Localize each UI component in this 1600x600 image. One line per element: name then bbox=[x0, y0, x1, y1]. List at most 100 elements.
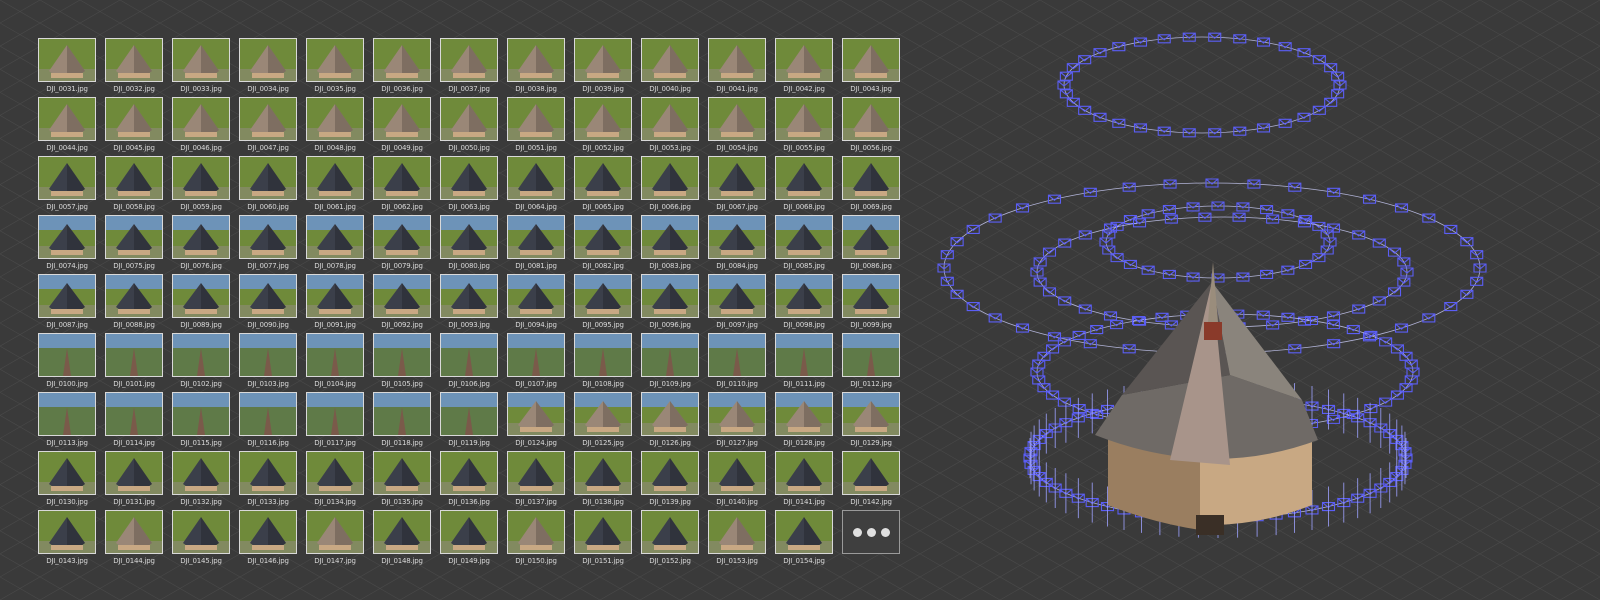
thumbnail-image[interactable] bbox=[38, 97, 96, 141]
thumbnail-image[interactable] bbox=[105, 215, 163, 259]
thumbnail-item[interactable]: DJI_0115.jpg bbox=[172, 392, 230, 451]
thumbnail-image[interactable] bbox=[842, 156, 900, 200]
thumbnail-item[interactable]: DJI_0042.jpg bbox=[775, 38, 833, 97]
thumbnail-item[interactable]: DJI_0147.jpg bbox=[306, 510, 364, 569]
thumbnail-item[interactable]: DJI_0061.jpg bbox=[306, 156, 364, 215]
thumbnail-item[interactable]: DJI_0143.jpg bbox=[38, 510, 96, 569]
thumbnail-item[interactable]: DJI_0093.jpg bbox=[440, 274, 498, 333]
thumbnail-image[interactable] bbox=[239, 510, 297, 554]
thumbnail-item[interactable]: DJI_0150.jpg bbox=[507, 510, 565, 569]
thumbnail-image[interactable] bbox=[38, 392, 96, 436]
thumbnail-image[interactable] bbox=[105, 392, 163, 436]
thumbnail-image[interactable] bbox=[105, 451, 163, 495]
thumbnail-item[interactable]: DJI_0113.jpg bbox=[38, 392, 96, 451]
thumbnail-item[interactable]: DJI_0129.jpg bbox=[842, 392, 900, 451]
thumbnail-image[interactable] bbox=[507, 451, 565, 495]
thumbnail-item[interactable]: DJI_0043.jpg bbox=[842, 38, 900, 97]
thumbnail-item[interactable]: DJI_0117.jpg bbox=[306, 392, 364, 451]
thumbnail-item[interactable]: DJI_0047.jpg bbox=[239, 97, 297, 156]
thumbnail-image[interactable] bbox=[306, 333, 364, 377]
thumbnail-image[interactable] bbox=[574, 38, 632, 82]
thumbnail-item[interactable]: DJI_0085.jpg bbox=[775, 215, 833, 274]
thumbnail-image[interactable] bbox=[239, 38, 297, 82]
thumbnail-image[interactable] bbox=[105, 274, 163, 318]
thumbnail-item[interactable]: DJI_0125.jpg bbox=[574, 392, 632, 451]
thumbnail-image[interactable] bbox=[38, 38, 96, 82]
thumbnail-image[interactable] bbox=[172, 156, 230, 200]
thumbnail-item[interactable]: DJI_0035.jpg bbox=[306, 38, 364, 97]
thumbnail-image[interactable] bbox=[507, 392, 565, 436]
thumbnail-image[interactable] bbox=[641, 274, 699, 318]
thumbnail-item[interactable]: DJI_0077.jpg bbox=[239, 215, 297, 274]
thumbnail-image[interactable] bbox=[708, 451, 766, 495]
thumbnail-item[interactable]: DJI_0087.jpg bbox=[38, 274, 96, 333]
thumbnail-item[interactable]: DJI_0040.jpg bbox=[641, 38, 699, 97]
thumbnail-image[interactable] bbox=[440, 392, 498, 436]
thumbnail-image[interactable] bbox=[38, 510, 96, 554]
thumbnail-image[interactable] bbox=[574, 333, 632, 377]
thumbnail-image[interactable] bbox=[775, 333, 833, 377]
thumbnail-image[interactable] bbox=[239, 333, 297, 377]
thumbnail-item[interactable]: DJI_0099.jpg bbox=[842, 274, 900, 333]
thumbnail-image[interactable] bbox=[708, 333, 766, 377]
thumbnail-item[interactable]: DJI_0076.jpg bbox=[172, 215, 230, 274]
thumbnail-item[interactable]: DJI_0075.jpg bbox=[105, 215, 163, 274]
thumbnail-item[interactable]: DJI_0135.jpg bbox=[373, 451, 431, 510]
thumbnail-item[interactable]: DJI_0098.jpg bbox=[775, 274, 833, 333]
thumbnail-image[interactable] bbox=[38, 156, 96, 200]
thumbnail-image[interactable] bbox=[775, 38, 833, 82]
thumbnail-image[interactable] bbox=[38, 451, 96, 495]
thumbnail-item[interactable]: DJI_0101.jpg bbox=[105, 333, 163, 392]
thumbnail-item[interactable]: DJI_0103.jpg bbox=[239, 333, 297, 392]
thumbnail-item[interactable]: DJI_0038.jpg bbox=[507, 38, 565, 97]
thumbnail-item[interactable]: DJI_0039.jpg bbox=[574, 38, 632, 97]
thumbnail-item[interactable]: DJI_0086.jpg bbox=[842, 215, 900, 274]
thumbnail-image[interactable] bbox=[641, 333, 699, 377]
thumbnail-item[interactable]: DJI_0067.jpg bbox=[708, 156, 766, 215]
thumbnail-item[interactable]: DJI_0060.jpg bbox=[239, 156, 297, 215]
thumbnail-item[interactable]: DJI_0130.jpg bbox=[38, 451, 96, 510]
thumbnail-item[interactable]: DJI_0062.jpg bbox=[373, 156, 431, 215]
thumbnail-image[interactable] bbox=[440, 156, 498, 200]
thumbnail-image[interactable] bbox=[641, 510, 699, 554]
thumbnail-item[interactable]: DJI_0109.jpg bbox=[641, 333, 699, 392]
thumbnail-item[interactable]: DJI_0083.jpg bbox=[641, 215, 699, 274]
thumbnail-item[interactable]: DJI_0036.jpg bbox=[373, 38, 431, 97]
thumbnail-item[interactable]: DJI_0142.jpg bbox=[842, 451, 900, 510]
thumbnail-image[interactable] bbox=[440, 38, 498, 82]
thumbnail-item[interactable]: DJI_0095.jpg bbox=[574, 274, 632, 333]
thumbnail-item[interactable]: DJI_0045.jpg bbox=[105, 97, 163, 156]
thumbnail-item[interactable]: DJI_0110.jpg bbox=[708, 333, 766, 392]
thumbnail-item[interactable]: DJI_0126.jpg bbox=[641, 392, 699, 451]
thumbnail-image[interactable] bbox=[172, 97, 230, 141]
thumbnail-item[interactable]: DJI_0152.jpg bbox=[641, 510, 699, 569]
thumbnail-item[interactable]: DJI_0056.jpg bbox=[842, 97, 900, 156]
thumbnail-image[interactable] bbox=[842, 392, 900, 436]
thumbnail-image[interactable] bbox=[574, 215, 632, 259]
thumbnail-item[interactable]: DJI_0063.jpg bbox=[440, 156, 498, 215]
thumbnail-image[interactable] bbox=[708, 215, 766, 259]
more-dots-icon[interactable] bbox=[842, 510, 900, 554]
thumbnail-image[interactable] bbox=[842, 215, 900, 259]
thumbnail-item[interactable]: DJI_0134.jpg bbox=[306, 451, 364, 510]
thumbnail-item[interactable]: DJI_0151.jpg bbox=[574, 510, 632, 569]
thumbnail-item[interactable]: DJI_0133.jpg bbox=[239, 451, 297, 510]
thumbnail-image[interactable] bbox=[842, 333, 900, 377]
thumbnail-image[interactable] bbox=[105, 333, 163, 377]
thumbnail-image[interactable] bbox=[574, 510, 632, 554]
thumbnail-image[interactable] bbox=[708, 156, 766, 200]
thumbnail-item[interactable]: DJI_0082.jpg bbox=[574, 215, 632, 274]
thumbnail-item[interactable]: DJI_0078.jpg bbox=[306, 215, 364, 274]
thumbnail-image[interactable] bbox=[373, 156, 431, 200]
thumbnail-item[interactable]: DJI_0031.jpg bbox=[38, 38, 96, 97]
thumbnail-item[interactable]: DJI_0052.jpg bbox=[574, 97, 632, 156]
more-images-item[interactable] bbox=[842, 510, 900, 569]
thumbnail-item[interactable]: DJI_0079.jpg bbox=[373, 215, 431, 274]
thumbnail-image[interactable] bbox=[641, 97, 699, 141]
thumbnail-image[interactable] bbox=[306, 38, 364, 82]
thumbnail-image[interactable] bbox=[775, 451, 833, 495]
thumbnail-item[interactable]: DJI_0128.jpg bbox=[775, 392, 833, 451]
thumbnail-image[interactable] bbox=[105, 97, 163, 141]
thumbnail-item[interactable]: DJI_0094.jpg bbox=[507, 274, 565, 333]
thumbnail-item[interactable]: DJI_0088.jpg bbox=[105, 274, 163, 333]
